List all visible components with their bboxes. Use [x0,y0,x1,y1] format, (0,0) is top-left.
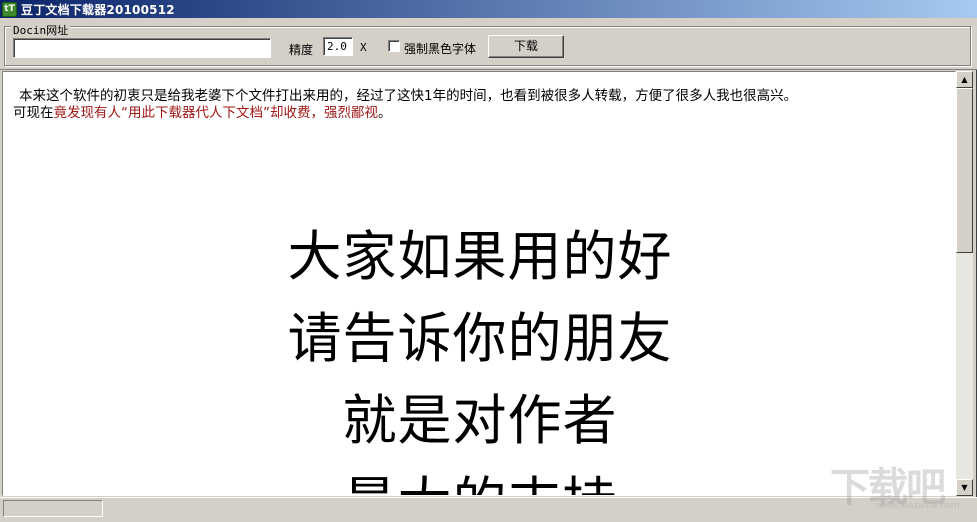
watermark-url: www.xiazaiba.com [876,501,960,511]
site-watermark: 下载吧 www.xiazaiba.com [830,455,970,515]
precision-unit-label: X [360,41,367,54]
group-label: Docin网址 [11,24,71,37]
download-button[interactable]: 下载 [488,35,564,58]
intro-text: 本来这个软件的初衷只是给我老婆下个文件打出来用的，经过了这快1年的时间，也看到被… [13,88,953,122]
intro-line-2-suffix: 。 [378,105,392,121]
window-title: 豆丁文档下载器20100512 [21,2,175,17]
app-icon: tT [2,1,17,17]
precision-label: 精度 [289,43,314,57]
force-black-label[interactable]: 强制黑色字体 [404,40,476,57]
scroll-thumb[interactable] [956,88,973,253]
precision-input[interactable] [323,37,353,56]
main-window: tT 豆丁文档下载器20100512 Docin网址 精度 X 强制黑色字体 下… [0,0,977,522]
big-line-1: 大家如果用的好 [287,225,673,288]
intro-line-2: 可现在竟发现有人“用此下载器代人下文档”却收费，强烈鄙视。 [13,105,953,122]
vertical-scrollbar[interactable]: ▲ ▼ [956,71,973,496]
big-line-4: 最大的支持 [3,458,955,495]
status-panel [3,500,103,517]
big-line-2: 请告诉你的朋友 [287,307,673,370]
warning-text: 竟发现有人“用此下载器代人下文档”却收费，强烈鄙视 [53,105,379,121]
arrow-up-icon: ▲ [961,75,968,84]
document-view[interactable]: 本来这个软件的初衷只是给我老婆下个文件打出来用的，经过了这快1年的时间，也看到被… [2,71,956,496]
title-bar[interactable]: tT 豆丁文档下载器20100512 [0,0,977,18]
intro-line-1: 本来这个软件的初衷只是给我老婆下个文件打出来用的，经过了这快1年的时间，也看到被… [19,88,798,104]
force-black-checkbox[interactable] [388,40,400,52]
intro-line-2-prefix: 可现在 [13,105,54,121]
scroll-up-button[interactable]: ▲ [956,71,973,88]
toolbar: Docin网址 精度 X 强制黑色字体 下载 [0,18,977,70]
url-input[interactable] [13,38,271,58]
big-line-3: 就是对作者 [342,389,618,452]
